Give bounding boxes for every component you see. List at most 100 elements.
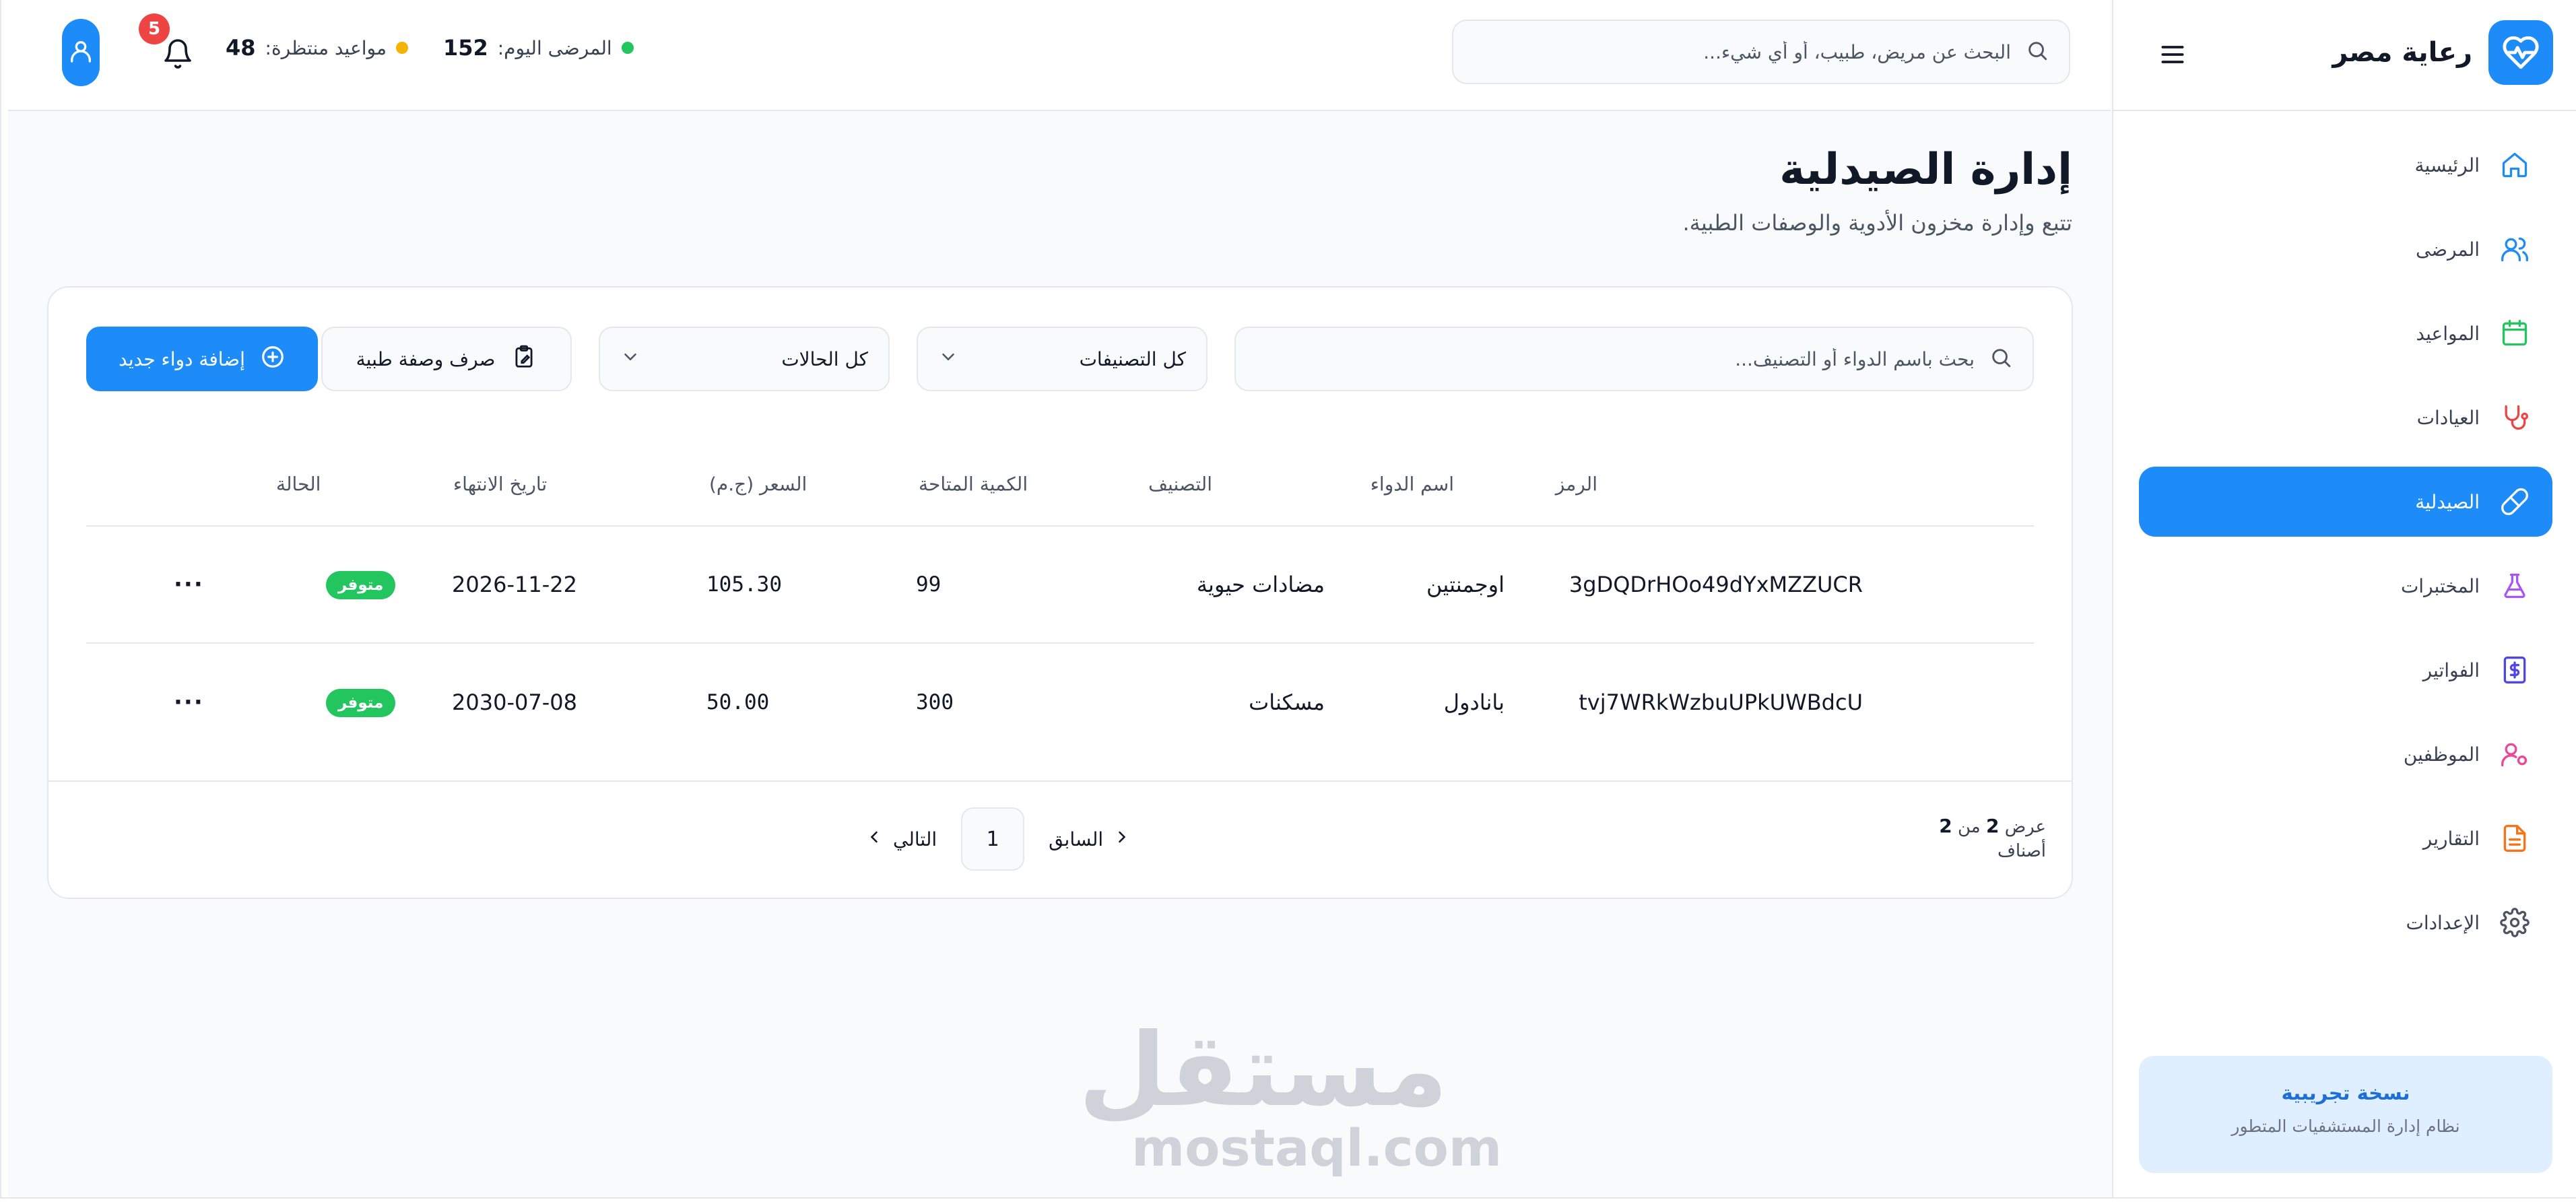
clipboard-edit-icon <box>511 344 537 374</box>
results-of: من <box>1957 817 1981 837</box>
previous-page-button[interactable]: السابق <box>1049 828 1131 851</box>
trial-title: نسخة تجريبية <box>2281 1081 2410 1104</box>
search-icon <box>1989 346 2012 372</box>
brand[interactable]: رعاية مصر <box>2332 20 2553 85</box>
patients-today-label: المرضى اليوم: <box>497 36 612 59</box>
row-actions-more-icon[interactable]: ··· <box>174 571 204 598</box>
sidebar-item-label: الصيدلية <box>2415 490 2480 513</box>
next-page-button[interactable]: التالي <box>865 828 937 851</box>
watermark-url: mostaql.com <box>1131 1118 1502 1178</box>
page-subtitle: تتبع وإدارة مخزون الأدوية والوصفات الطبي… <box>1682 210 2072 236</box>
pagination-bar: عرض 2 من 2 أصناف السابق 1 التالي <box>48 780 2072 899</box>
bell-icon <box>162 38 194 73</box>
add-medicine-button[interactable]: إضافة دواء جديد <box>86 327 318 391</box>
sidebar: رعاية مصر الرئيسية المرضى المواعيد العيا… <box>2112 0 2576 1197</box>
global-search-input[interactable] <box>1499 40 2011 63</box>
user-avatar-button[interactable] <box>62 19 100 86</box>
pagination-controls: السابق 1 التالي <box>865 807 1131 871</box>
watermark-arabic: مستقل <box>1078 1012 1448 1129</box>
medicine-code: 3gDQDrHOo49dYxMZZUCR <box>1568 572 1863 597</box>
results-shown: 2 <box>1985 815 2000 837</box>
window-left-edge <box>0 0 8 1204</box>
medicine-quantity: 99 <box>916 572 942 597</box>
sidebar-header: رعاية مصر <box>2113 0 2576 111</box>
patients-today-stat: المرضى اليوم: 152 <box>443 35 634 61</box>
status-select-value: كل الحالات <box>781 347 868 370</box>
status-badge: متوفر <box>326 570 396 599</box>
next-page-label: التالي <box>893 828 937 850</box>
results-showing-prefix: عرض <box>2004 817 2046 837</box>
medicines-table: الرمز اسم الدواء التصنيف الكمية المتاحة … <box>86 442 2034 761</box>
user-gear-icon <box>2497 737 2532 772</box>
chevron-left-icon <box>865 828 884 851</box>
page-title: إدارة الصيدلية <box>1779 145 2072 195</box>
calendar-icon <box>2497 316 2532 351</box>
medicine-search-input[interactable] <box>1301 347 1975 370</box>
medicine-name: بانادول <box>1443 690 1505 715</box>
header-code: الرمز <box>1555 473 1597 495</box>
status-badge: متوفر <box>326 688 396 717</box>
table-header: الرمز اسم الدواء التصنيف الكمية المتاحة … <box>86 442 2034 527</box>
pill-icon <box>2497 484 2532 519</box>
header-status: الحالة <box>276 473 321 495</box>
sidebar-item-home[interactable]: الرئيسية <box>2139 130 2552 200</box>
hamburger-icon <box>2158 40 2187 72</box>
menu-toggle-button[interactable] <box>2154 37 2191 75</box>
flask-icon <box>2497 568 2532 603</box>
sidebar-item-label: الموظفين <box>2403 743 2480 766</box>
plus-circle-icon <box>260 344 286 374</box>
header-category: التصنيف <box>1148 473 1212 495</box>
table-row[interactable]: 3gDQDrHOo49dYxMZZUCR اوجمنتين مضادات حيو… <box>86 527 2034 644</box>
sidebar-item-pharmacy[interactable]: الصيدلية <box>2139 467 2552 537</box>
status-badge-label: متوفر <box>326 689 396 717</box>
global-search-box[interactable] <box>1452 20 2070 84</box>
row-actions-more-icon[interactable]: ··· <box>174 689 204 716</box>
results-unit: أصناف <box>1997 841 2046 861</box>
sidebar-item-patients[interactable]: المرضى <box>2139 214 2552 284</box>
sidebar-nav: الرئيسية المرضى المواعيد العيادات الصيدل… <box>2139 130 2552 972</box>
trial-subtitle: نظام إدارة المستشفيات المتطور <box>2231 1116 2460 1136</box>
sidebar-item-labs[interactable]: المختبرات <box>2139 551 2552 621</box>
add-medicine-label: إضافة دواء جديد <box>119 347 245 370</box>
sidebar-item-clinics[interactable]: العيادات <box>2139 382 2552 453</box>
header-price: السعر (ج.م) <box>709 473 807 495</box>
header-expiry: تاريخ الانتهاء <box>453 473 548 495</box>
sidebar-item-staff[interactable]: الموظفين <box>2139 719 2552 789</box>
pharmacy-toolbar: كل التصنيفات كل الحالات صرف وصفة طبية إض… <box>86 327 2034 391</box>
chevron-down-icon <box>938 347 958 372</box>
sidebar-item-label: الإعدادات <box>2406 911 2480 934</box>
green-status-dot <box>621 42 634 54</box>
medicine-code: tvj7WRkWzbuUPkUWBdcU <box>1579 690 1863 715</box>
dispense-prescription-label: صرف وصفة طبية <box>356 347 496 370</box>
notifications-count-badge: 5 <box>139 13 170 44</box>
sidebar-item-label: الفواتير <box>2422 659 2480 681</box>
results-count: عرض 2 من 2 أصناف <box>1939 814 2046 863</box>
dollar-icon <box>2497 653 2532 688</box>
user-icon <box>67 38 94 67</box>
dispense-prescription-button[interactable]: صرف وصفة طبية <box>321 327 572 391</box>
results-total: 2 <box>1939 815 1952 837</box>
sidebar-item-appointments[interactable]: المواعيد <box>2139 298 2552 368</box>
home-icon <box>2497 147 2532 182</box>
brand-name: رعاية مصر <box>2332 37 2472 68</box>
pending-appointments-value: 48 <box>226 35 256 61</box>
status-select[interactable]: كل الحالات <box>599 327 890 391</box>
gear-icon <box>2497 905 2532 940</box>
medicine-price: 105.30 <box>706 572 782 597</box>
sidebar-item-label: المواعيد <box>2416 322 2480 345</box>
sidebar-item-invoices[interactable]: الفواتير <box>2139 635 2552 705</box>
sidebar-item-label: المرضى <box>2415 238 2480 261</box>
users-icon <box>2497 232 2532 267</box>
pending-appointments-stat: مواعيد منتظرة: 48 <box>226 35 408 61</box>
patients-today-value: 152 <box>442 35 488 61</box>
category-select[interactable]: كل التصنيفات <box>917 327 1208 391</box>
sidebar-item-reports[interactable]: التقارير <box>2139 803 2552 873</box>
medicine-name: اوجمنتين <box>1426 572 1505 597</box>
current-page-button[interactable]: 1 <box>961 807 1025 871</box>
search-icon <box>2026 39 2049 65</box>
top-bar: المرضى اليوم: 152 مواعيد منتظرة: 48 5 <box>8 0 2111 111</box>
table-row[interactable]: tvj7WRkWzbuUPkUWBdcU بانادول مسكنات 300 … <box>86 644 2034 761</box>
medicine-search-box[interactable] <box>1234 327 2034 391</box>
chevron-down-icon <box>620 347 640 372</box>
sidebar-item-settings[interactable]: الإعدادات <box>2139 888 2552 958</box>
